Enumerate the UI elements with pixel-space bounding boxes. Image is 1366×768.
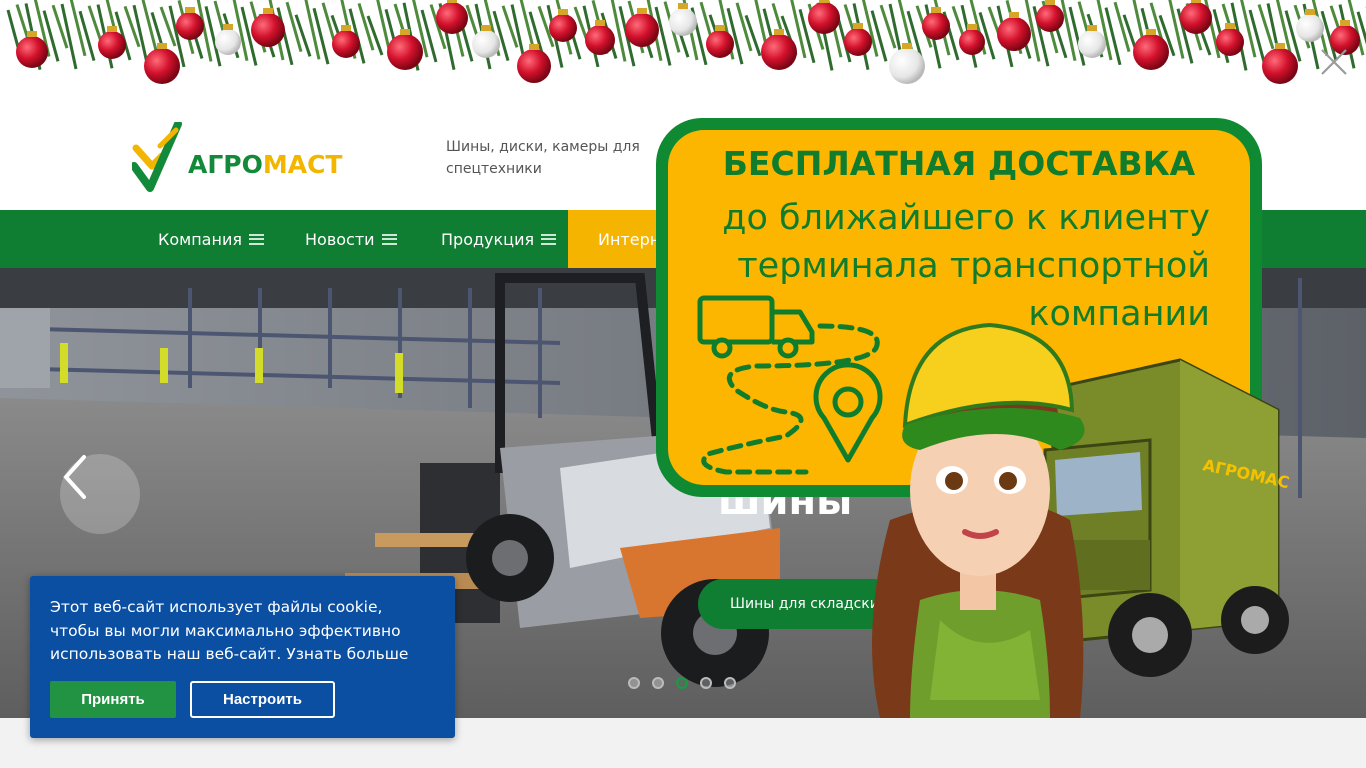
nav-item-label: Новости [305, 229, 375, 249]
cookie-text: Этот веб-сайт использует файлы cookie, ч… [50, 598, 409, 663]
nav-item-shop[interactable]: Интерн [568, 210, 668, 268]
slider-dot[interactable] [676, 677, 688, 689]
page: { "brand": { "logo_part1": "АГРО", "logo… [0, 0, 1366, 768]
slider-dot[interactable] [724, 677, 736, 689]
menu-icon [248, 233, 264, 245]
nav-item-label: Продукция [441, 229, 535, 249]
promo-line: терминала транспортной [737, 246, 1210, 286]
cookie-settings-button[interactable]: Настроить [190, 681, 335, 718]
cookie-banner: Этот веб-сайт использует файлы cookie, ч… [30, 576, 455, 738]
nav-item-company[interactable]: Компания [158, 210, 264, 268]
close-icon [1321, 49, 1347, 75]
promo-headline: БЕСПЛАТНАЯ ДОСТАВКА [722, 144, 1196, 183]
popup-close-button[interactable] [1318, 46, 1350, 78]
promo-line: до ближайшего к клиенту [722, 198, 1210, 238]
menu-icon [541, 233, 557, 245]
chevron-left-icon [63, 455, 86, 499]
slider-prev-button[interactable] [60, 454, 140, 534]
nav-item-label: Компания [158, 229, 242, 249]
nav-item-products[interactable]: Продукция [441, 210, 557, 268]
nav-item-label: Интерн [598, 229, 661, 249]
slider-dot[interactable] [700, 677, 712, 689]
logo-text: АГРОМАСТ [188, 150, 343, 179]
tagline: Шины, диски, камеры для спецтехники [446, 139, 640, 177]
accept-cookies-button[interactable]: Принять [50, 681, 176, 718]
menu-icon [381, 233, 397, 245]
logo-mark-icon [130, 120, 182, 192]
slider-dots [628, 677, 736, 689]
logo[interactable]: АГРОМАСТ [130, 120, 362, 194]
slider-dot[interactable] [628, 677, 640, 689]
promo-character-illustration: АГРОМАСТ [872, 322, 1290, 718]
christmas-garland [0, 0, 1366, 104]
nav-item-news[interactable]: Новости [305, 210, 397, 268]
slider-dot[interactable] [652, 677, 664, 689]
